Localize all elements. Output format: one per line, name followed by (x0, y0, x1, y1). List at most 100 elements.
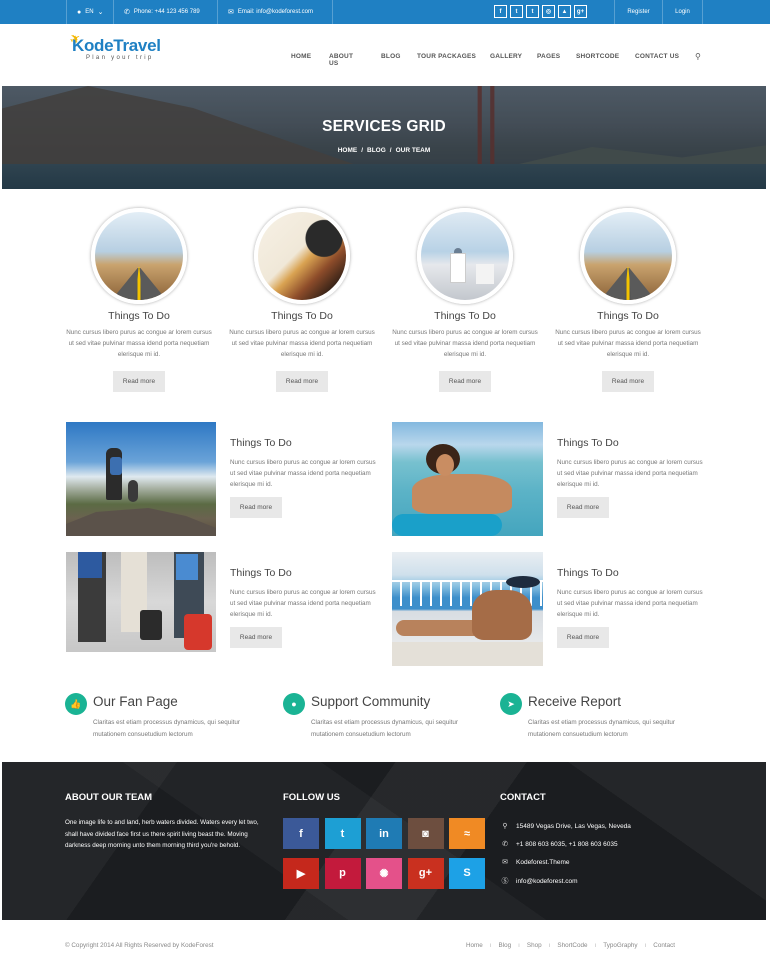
pool-photo (392, 422, 543, 536)
register-link[interactable]: Register (614, 0, 663, 24)
site-footer: ABOUT OUR TEAM One image life to and lan… (2, 762, 766, 920)
hikers-photo (66, 422, 216, 536)
travelers-photo (66, 552, 216, 652)
twitter-tile[interactable]: t (324, 818, 361, 849)
dribbble-tile[interactable]: ✺ (366, 857, 402, 889)
service-text: Nunc cursus libero purus ac congue ar lo… (555, 329, 701, 358)
logo-tagline: Plan your trip (86, 55, 154, 61)
email-info: ✉ Email: info@kodeforest.com (218, 0, 333, 24)
phone-info: ✆ Phone: +44 123 456 789 (114, 0, 218, 24)
globe-icon: ● (77, 8, 82, 16)
read-more-button[interactable]: Read more (602, 371, 654, 392)
read-more-button[interactable]: Read more (230, 497, 282, 518)
service-card: Things To Do Nunc cursus libero purus ac… (64, 208, 214, 392)
service-image-road (580, 208, 676, 304)
feature-text: Claritas est etiam processus dynamicus, … (93, 719, 240, 738)
image-card-text: Things To Do Nunc cursus libero purus ac… (557, 437, 707, 518)
location-pin-icon: ⚲ (502, 823, 508, 830)
read-more-button[interactable]: Read more (230, 627, 282, 648)
top-social-links: f t t ◎ ▲ g+ (494, 5, 587, 18)
image-card-desc: Nunc cursus libero purus ac congue ar lo… (557, 459, 703, 488)
image-card-text: Things To Do Nunc cursus libero purus ac… (557, 567, 707, 648)
nav-home[interactable]: HOME (291, 53, 311, 60)
google-plus-icon[interactable]: g+ (574, 5, 587, 18)
footer-link-contact[interactable]: Contact (653, 942, 675, 949)
contact-phone: ✆ +1 808 603 6035, +1 808 603 6035 (500, 840, 618, 849)
nav-blog[interactable]: BLOG (381, 53, 401, 60)
service-text: Nunc cursus libero purus ac congue ar lo… (66, 329, 212, 358)
service-card: Things To Do Nunc cursus libero purus ac… (227, 208, 377, 392)
contact-address: ⚲ 15489 Vegas Drive, Las Vegas, Neveda (500, 822, 631, 831)
contact-mail-text[interactable]: Kodeforest.Theme (516, 859, 569, 866)
feature-text: Claritas est etiam processus dynamicus, … (311, 719, 458, 738)
send-icon: ➤ (500, 693, 522, 715)
read-more-button[interactable]: Read more (557, 497, 609, 518)
nav-about-us[interactable]: ABOUT US (329, 53, 353, 67)
read-more-button[interactable]: Read more (276, 371, 328, 392)
service-title: Things To Do (597, 310, 659, 322)
tumblr-icon[interactable]: t (526, 5, 539, 18)
dribbble-icon[interactable]: ◎ (542, 5, 555, 18)
service-card: Things To Do Nunc cursus libero purus ac… (553, 208, 703, 392)
footer-link-blog[interactable]: Blog (499, 942, 512, 949)
language-selector[interactable]: ● EN ⌄ (66, 0, 114, 24)
phone-icon: ✆ (502, 841, 508, 848)
page-banner: SERVICES GRID HOME / BLOG / OUR TEAM (2, 86, 766, 189)
mail-icon: ✉ (502, 859, 508, 866)
logo-wordmark: KodeTravel (72, 36, 161, 55)
nav-gallery[interactable]: GALLERY (490, 53, 522, 60)
login-link[interactable]: Login (663, 0, 703, 24)
read-more-button[interactable]: Read more (439, 371, 491, 392)
youtube-tile[interactable]: ▶ (283, 857, 319, 889)
nav-contact-us[interactable]: CONTACT US (635, 53, 679, 60)
sunbathing-photo (392, 552, 543, 666)
service-text: Nunc cursus libero purus ac congue ar lo… (392, 329, 538, 358)
search-icon[interactable]: ⚲ (695, 52, 701, 61)
twitter-icon[interactable]: t (510, 5, 523, 18)
image-card-title: Things To Do (557, 437, 619, 449)
service-image-santorini (417, 208, 513, 304)
service-title: Things To Do (271, 310, 333, 322)
linkedin-tile[interactable]: in (366, 818, 402, 849)
instagram-tile[interactable]: ◙ (407, 818, 444, 849)
image-card-text: Things To Do Nunc cursus libero purus ac… (230, 567, 380, 648)
site-header: ✈ KodeTravel Plan your trip HOME ABOUT U… (0, 24, 770, 86)
feature-title[interactable]: Receive Report (528, 694, 621, 709)
read-more-button[interactable]: Read more (557, 627, 609, 648)
footer-link-typography[interactable]: TypoGraphy (603, 942, 637, 949)
pinterest-tile[interactable]: p (324, 857, 361, 889)
nav-pages[interactable]: PAGES (537, 53, 560, 60)
nav-tour-packages[interactable]: TOUR PACKAGES (417, 53, 476, 60)
read-more-button[interactable]: Read more (113, 371, 165, 392)
footer-contact-title: CONTACT (500, 792, 546, 803)
image-card-desc: Nunc cursus libero purus ac congue ar lo… (557, 589, 703, 618)
youtube-icon[interactable]: ▲ (558, 5, 571, 18)
feature-title[interactable]: Support Community (311, 694, 430, 709)
image-card-desc: Nunc cursus libero purus ac congue ar lo… (230, 589, 376, 618)
facebook-tile[interactable]: f (283, 818, 319, 849)
nav-shortcode[interactable]: SHORTCODE (576, 53, 619, 60)
footer-link-home[interactable]: Home (466, 942, 483, 949)
service-image-road (91, 208, 187, 304)
skype-icon: Ⓢ (501, 878, 509, 885)
thumbs-up-icon: 👍 (65, 693, 87, 715)
footer-link-shortcode[interactable]: ShortCode (557, 942, 587, 949)
skype-tile[interactable]: S (449, 857, 485, 889)
rss-tile[interactable]: ≈ (449, 818, 485, 849)
image-card-text: Things To Do Nunc cursus libero purus ac… (230, 437, 380, 518)
mail-icon: ✉ (228, 9, 234, 16)
contact-skype-text[interactable]: info@kodeforest.com (516, 878, 578, 885)
site-logo[interactable]: ✈ KodeTravel Plan your trip (67, 29, 161, 61)
breadcrumb-blog[interactable]: BLOG (367, 147, 386, 154)
footer-follow-title: FOLLOW US (283, 792, 340, 803)
googleplus-tile[interactable]: g+ (407, 857, 444, 889)
breadcrumb: HOME / BLOG / OUR TEAM (337, 147, 431, 154)
service-image-balloon (254, 208, 350, 304)
chat-bubble-icon: ● (283, 693, 305, 715)
feature-title[interactable]: Our Fan Page (93, 694, 178, 709)
breadcrumb-our-team: OUR TEAM (395, 147, 431, 154)
language-label: EN (85, 9, 94, 15)
breadcrumb-home[interactable]: HOME (338, 147, 358, 154)
footer-link-shop[interactable]: Shop (527, 942, 542, 949)
facebook-icon[interactable]: f (494, 5, 507, 18)
